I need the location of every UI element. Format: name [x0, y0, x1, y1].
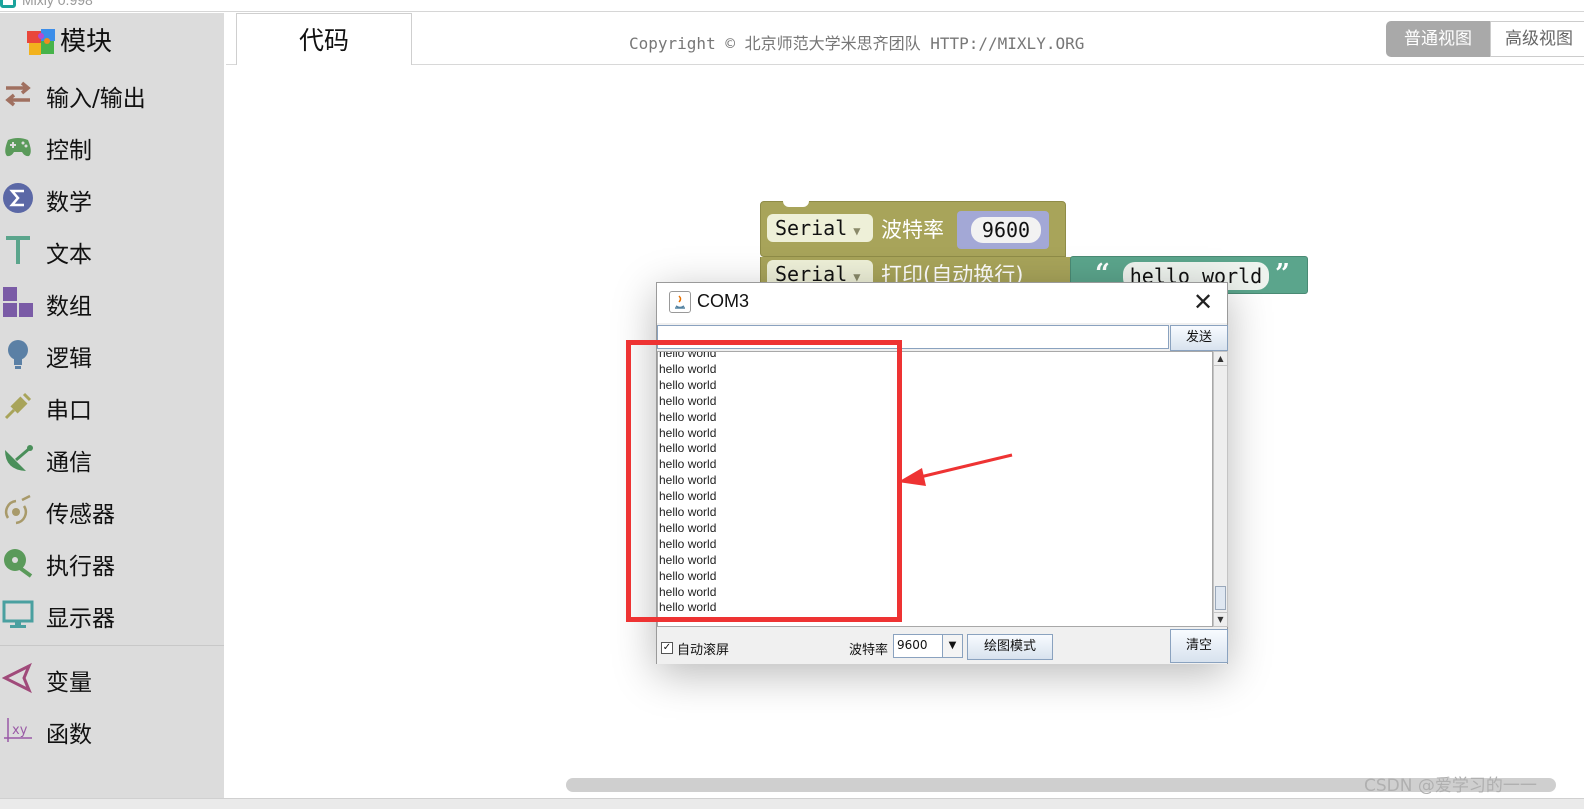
- app-window: Mixly 0.998 模块 输入/输出 控制 数学 文本 数组 逻辑 串口 通…: [0, 0, 1584, 809]
- status-strip: [0, 798, 1584, 809]
- annotation-arrow: [898, 453, 1013, 486]
- watermark-text: CSDN @爱学习的一一: [1364, 776, 1537, 796]
